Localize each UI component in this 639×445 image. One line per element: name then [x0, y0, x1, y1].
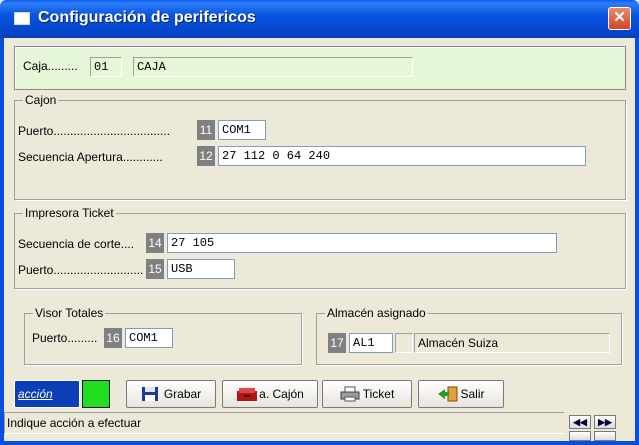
impresora-puerto-field[interactable]: USB	[167, 259, 235, 279]
ticket-button[interactable]: Ticket	[322, 380, 412, 408]
close-button[interactable]: ✕	[608, 7, 631, 30]
impresora-puerto-label: Puerto...........................	[18, 263, 144, 277]
cajon-puerto-field[interactable]: COM1	[218, 120, 266, 140]
cash-drawer-icon	[236, 386, 258, 402]
nav-first-button[interactable]: ◀◀	[569, 415, 591, 429]
nav-prev-button[interactable]	[569, 431, 591, 441]
salir-label: Salir	[460, 387, 485, 401]
nav-last-button[interactable]	[594, 431, 616, 441]
cajon-label: a. Cajón	[259, 387, 304, 401]
salir-button[interactable]: Salir	[418, 380, 504, 408]
nav-next-button[interactable]: ▶▶	[594, 415, 616, 429]
almacen-name-field: Almacén Suiza	[414, 333, 610, 353]
cajon-secuencia-label: Secuencia Apertura............	[18, 150, 163, 164]
accion-button[interactable]: acción	[14, 380, 80, 408]
almacen-lookup-field[interactable]	[395, 333, 413, 353]
exit-icon	[437, 386, 458, 402]
floppy-disk-icon	[141, 386, 159, 402]
almacen-num: 17	[328, 333, 346, 353]
grabar-button[interactable]: Grabar	[126, 380, 216, 408]
status-bar: Indique acción a efectuar	[4, 412, 564, 434]
cajon-puerto-num: 11	[197, 120, 215, 140]
window-icon	[14, 12, 30, 25]
title-bar: Configuración de perifericos ✕	[0, 0, 639, 38]
caja-code-field[interactable]: 01	[90, 57, 122, 77]
impresora-puerto-num: 15	[146, 259, 164, 279]
grabar-label: Grabar	[163, 387, 202, 401]
accion-label: acción	[18, 387, 53, 401]
cajon-secuencia-field[interactable]: 27 112 0 64 240	[218, 146, 586, 166]
caja-name-field[interactable]: CAJA	[133, 57, 413, 77]
visor-legend: Visor Totales	[33, 306, 106, 320]
ticket-label: Ticket	[362, 387, 395, 401]
visor-puerto-label: Puerto.........	[32, 331, 98, 345]
almacen-code-field[interactable]: AL1	[349, 333, 393, 353]
almacen-legend: Almacén asignado	[325, 306, 428, 320]
cajon-secuencia-num: 12	[197, 146, 215, 166]
cajon-legend: Cajon	[23, 93, 59, 107]
visor-puerto-num: 16	[104, 328, 122, 348]
printer-icon	[340, 386, 360, 402]
impresora-legend: Impresora Ticket	[23, 206, 116, 220]
cajon-puerto-label: Puerto..................................…	[18, 124, 171, 138]
caja-panel: Caja......... 01 CAJA	[14, 46, 626, 90]
impresora-corte-num: 14	[146, 233, 164, 253]
impresora-corte-label: Secuencia de corte....	[18, 237, 135, 251]
caja-label: Caja.........	[23, 59, 78, 73]
abrir-cajon-button[interactable]: a. Cajón	[222, 380, 318, 408]
window-title: Configuración de perifericos	[38, 9, 256, 26]
status-indicator	[82, 380, 110, 408]
visor-puerto-field[interactable]: COM1	[125, 328, 173, 348]
impresora-corte-field[interactable]: 27 105	[167, 233, 557, 253]
